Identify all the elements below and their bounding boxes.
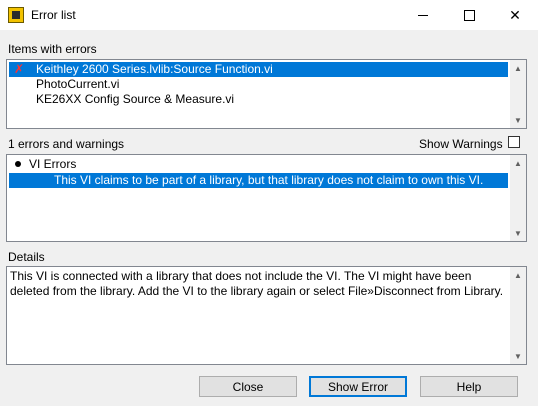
help-button[interactable]: Help xyxy=(420,376,518,397)
errors-list[interactable]: VI Errors This VI claims to be part of a… xyxy=(6,154,527,242)
errors-count-label: 1 errors and warnings xyxy=(8,137,125,151)
maximize-button[interactable] xyxy=(446,0,492,30)
scroll-down-arrow-icon[interactable]: ▼ xyxy=(510,112,526,128)
bullet-icon xyxy=(15,161,21,167)
scroll-down-arrow-icon[interactable]: ▼ xyxy=(510,348,526,364)
minimize-icon xyxy=(418,14,428,16)
details-textbox[interactable]: This VI is connected with a library that… xyxy=(6,266,527,365)
scroll-down-arrow-icon[interactable]: ▼ xyxy=(510,225,526,241)
details-text: This VI is connected with a library that… xyxy=(10,269,504,298)
list-item[interactable]: PhotoCurrent.vi xyxy=(9,77,508,92)
window-title: Error list xyxy=(31,8,76,22)
list-item[interactable]: KE26XX Config Source & Measure.vi xyxy=(9,92,508,107)
details-scrollbar[interactable]: ▲ ▼ xyxy=(510,267,526,364)
show-error-button[interactable]: Show Error xyxy=(309,376,407,397)
errors-scrollbar[interactable]: ▲ ▼ xyxy=(510,155,526,241)
error-list-window: Error list ✕ Items with errors ✗ Keithle… xyxy=(0,0,538,406)
items-scrollbar[interactable]: ▲ ▼ xyxy=(510,60,526,128)
error-group-row[interactable]: VI Errors xyxy=(9,157,508,172)
show-warnings-checkbox[interactable] xyxy=(508,136,520,148)
scroll-up-arrow-icon[interactable]: ▲ xyxy=(510,60,526,76)
details-label: Details xyxy=(8,250,45,264)
error-x-icon: ✗ xyxy=(14,62,25,76)
labview-app-icon xyxy=(8,7,24,23)
close-button[interactable]: Close xyxy=(199,376,297,397)
items-with-errors-list[interactable]: ✗ Keithley 2600 Series.lvlib:Source Func… xyxy=(6,59,527,129)
error-row[interactable]: This VI claims to be part of a library, … xyxy=(9,173,508,188)
close-window-button[interactable]: ✕ xyxy=(492,0,538,30)
close-icon: ✕ xyxy=(509,6,521,23)
scroll-up-arrow-icon[interactable]: ▲ xyxy=(510,155,526,171)
scroll-up-arrow-icon[interactable]: ▲ xyxy=(510,267,526,283)
show-warnings-label: Show Warnings xyxy=(419,137,503,151)
title-bar: Error list ✕ xyxy=(0,0,538,30)
minimize-button[interactable] xyxy=(400,0,446,30)
maximize-icon xyxy=(463,9,475,21)
list-item[interactable]: ✗ Keithley 2600 Series.lvlib:Source Func… xyxy=(9,62,508,77)
items-with-errors-label: Items with errors xyxy=(8,42,97,56)
